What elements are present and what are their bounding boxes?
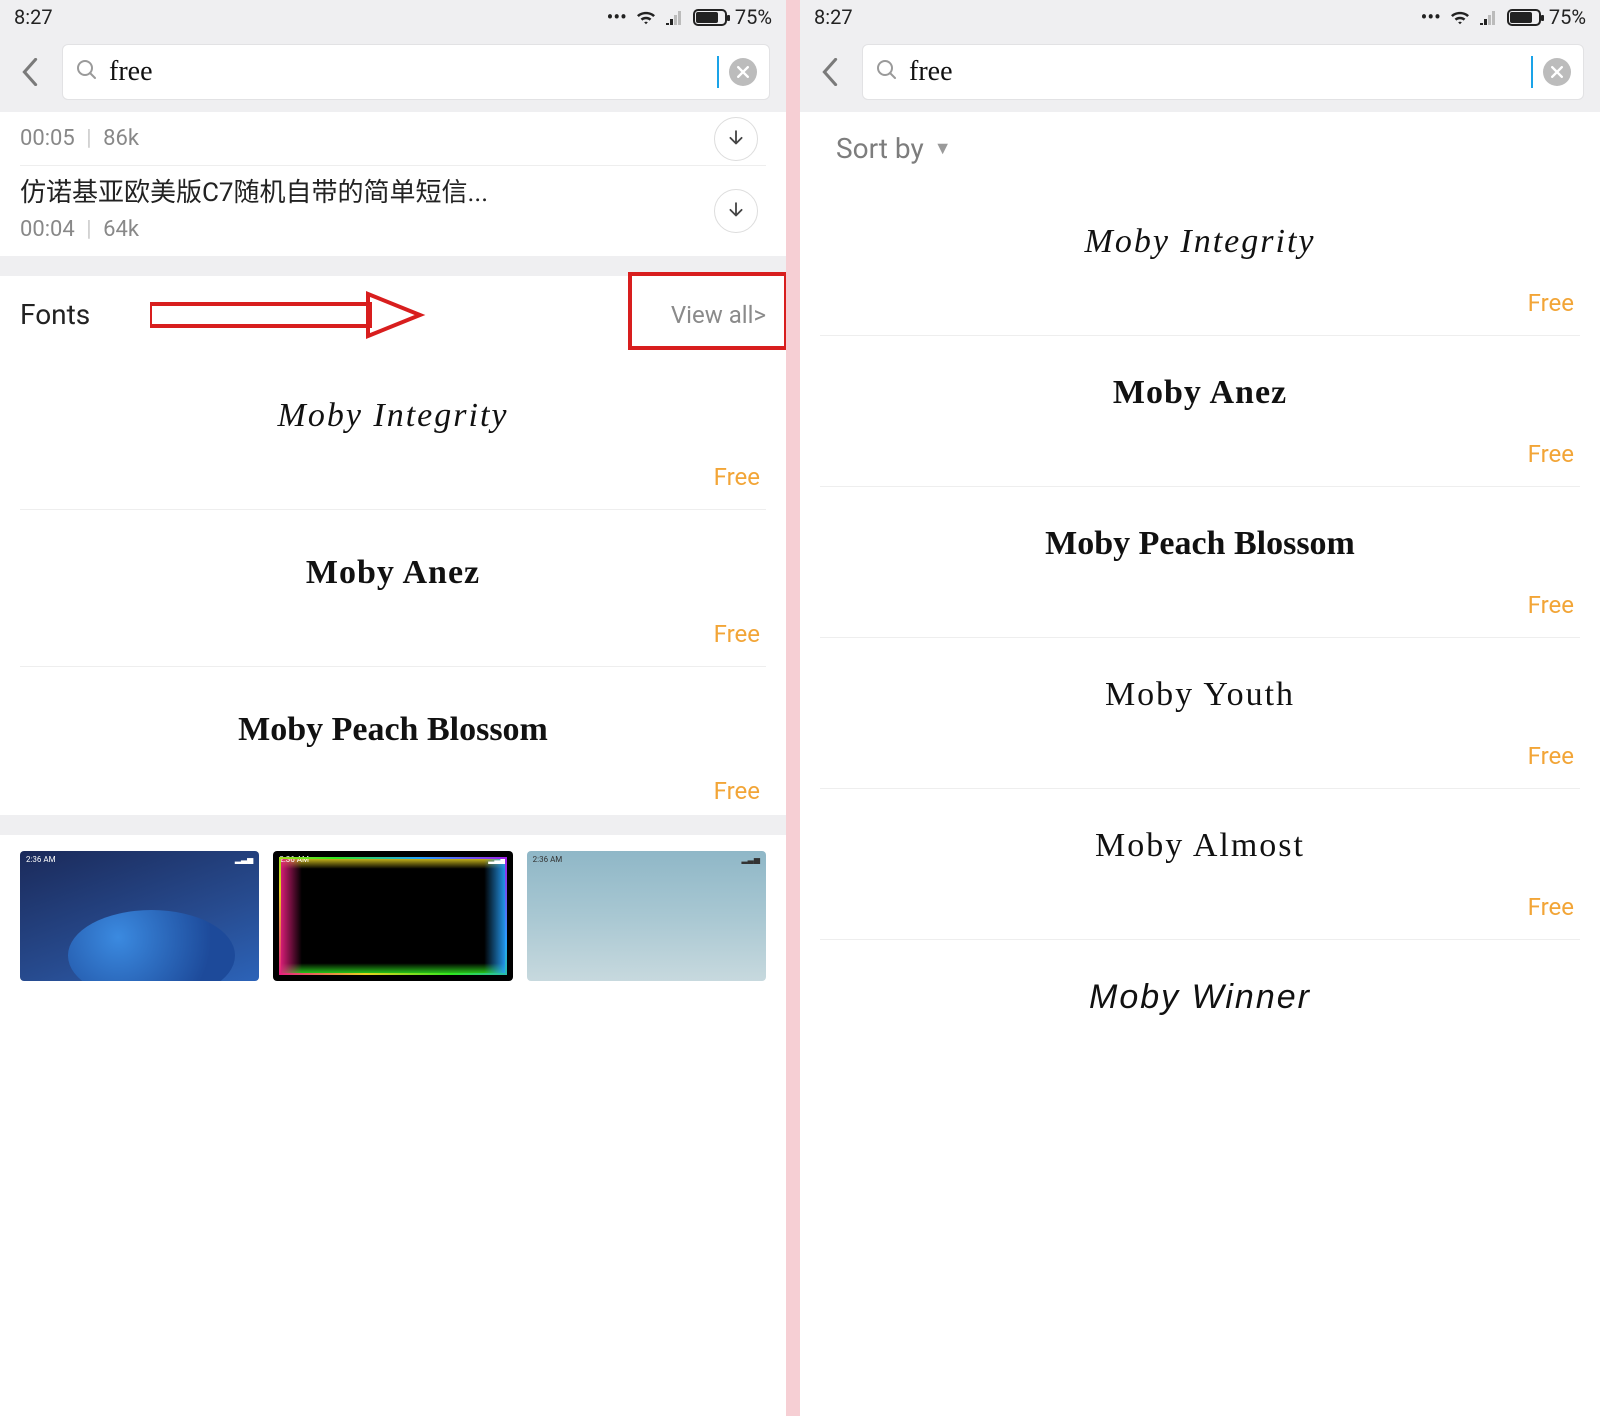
search-box[interactable]: free bbox=[62, 44, 770, 100]
view-all-link[interactable]: View all> bbox=[671, 301, 766, 329]
clear-search-button[interactable] bbox=[729, 58, 757, 86]
font-preview: Moby Winner bbox=[820, 960, 1580, 1045]
more-icon: ••• bbox=[1421, 5, 1441, 29]
status-bar: 8:27 ••• 75% bbox=[0, 0, 786, 34]
wifi-icon bbox=[635, 8, 657, 26]
battery-icon bbox=[693, 9, 727, 26]
meta-separator: | bbox=[86, 217, 91, 242]
signal-icon bbox=[1479, 9, 1499, 25]
font-preview: Moby Integrity bbox=[20, 379, 766, 463]
sound-item[interactable]: 仿诺基亚欧美版C7随机自带的简单短信... 00:04 | 64k bbox=[0, 166, 786, 256]
font-item[interactable]: Moby Peach Blossom Free bbox=[0, 667, 786, 815]
wallpaper-thumb[interactable]: 2:36 AM▂▃▅ bbox=[20, 851, 259, 981]
clear-search-button[interactable] bbox=[1543, 58, 1571, 86]
section-gap bbox=[0, 815, 786, 835]
font-preview: Moby Integrity bbox=[820, 205, 1580, 289]
sort-by-dropdown[interactable]: Sort by ▼ bbox=[800, 112, 1600, 185]
font-item[interactable]: Moby Youth Free bbox=[800, 638, 1600, 780]
font-price: Free bbox=[820, 591, 1580, 619]
sound-size: 64k bbox=[103, 217, 139, 242]
section-gap bbox=[0, 256, 786, 276]
font-price: Free bbox=[820, 893, 1580, 921]
back-button[interactable] bbox=[808, 50, 852, 94]
font-item[interactable]: Moby Integrity Free bbox=[800, 185, 1600, 327]
download-button[interactable] bbox=[714, 189, 758, 233]
font-preview: Moby Anez bbox=[820, 356, 1580, 440]
fonts-section-title: Fonts bbox=[20, 298, 90, 331]
status-time: 8:27 bbox=[814, 5, 853, 29]
font-price: Free bbox=[820, 440, 1580, 468]
sort-by-label: Sort by bbox=[836, 132, 924, 165]
font-preview: Moby Peach Blossom bbox=[820, 507, 1580, 591]
font-price: Free bbox=[820, 742, 1580, 770]
font-price: Free bbox=[20, 777, 766, 805]
download-button[interactable] bbox=[714, 117, 758, 161]
meta-separator: | bbox=[86, 126, 91, 151]
wallpaper-thumb[interactable]: 2:36 AM▂▃▅ bbox=[273, 851, 512, 981]
signal-icon bbox=[665, 9, 685, 25]
search-input[interactable]: free bbox=[909, 56, 1530, 88]
font-item[interactable]: Moby Anez Free bbox=[0, 510, 786, 658]
more-icon: ••• bbox=[607, 5, 627, 29]
sound-item[interactable]: x 00:05 | 86k bbox=[0, 112, 786, 165]
text-caret bbox=[717, 56, 719, 88]
sounds-list: x 00:05 | 86k 仿诺基亚欧美版C7随机自带的简单短信... 00:0… bbox=[0, 112, 786, 256]
font-preview: Moby Peach Blossom bbox=[20, 693, 766, 777]
chevron-down-icon: ▼ bbox=[934, 138, 952, 159]
sound-duration: 00:05 bbox=[20, 126, 75, 151]
battery-percent: 75% bbox=[735, 5, 772, 29]
font-preview: Moby Youth bbox=[820, 658, 1580, 742]
font-item[interactable]: Moby Almost Free bbox=[800, 789, 1600, 931]
status-right-cluster: ••• 75% bbox=[607, 5, 772, 29]
search-icon bbox=[875, 58, 899, 86]
status-bar: 8:27 ••• 75% bbox=[800, 0, 1600, 34]
font-item[interactable]: Moby Peach Blossom Free bbox=[800, 487, 1600, 629]
phone-screen-right: 8:27 ••• 75% free bbox=[800, 0, 1600, 1416]
back-button[interactable] bbox=[8, 50, 52, 94]
sound-duration: 00:04 bbox=[20, 217, 75, 242]
font-item[interactable]: Moby Integrity Free bbox=[0, 353, 786, 501]
font-item[interactable]: Moby Winner bbox=[800, 940, 1600, 1055]
battery-icon bbox=[1507, 9, 1541, 26]
annotation-arrow-icon bbox=[150, 290, 430, 340]
font-preview: Moby Almost bbox=[820, 809, 1580, 893]
wallpapers-row: 2:36 AM▂▃▅ 2:36 AM▂▃▅ 2:36 AM▂▃▅ bbox=[0, 835, 786, 997]
status-right-cluster: ••• 75% bbox=[1421, 5, 1586, 29]
wifi-icon bbox=[1449, 8, 1471, 26]
fonts-section-header: Fonts View all> bbox=[0, 276, 786, 353]
sound-title: 仿诺基亚欧美版C7随机自带的简单短信... bbox=[20, 172, 766, 209]
font-price: Free bbox=[820, 289, 1580, 317]
font-item[interactable]: Moby Anez Free bbox=[800, 336, 1600, 478]
search-header: free bbox=[0, 34, 786, 112]
font-price: Free bbox=[20, 620, 766, 648]
font-price: Free bbox=[20, 463, 766, 491]
battery-percent: 75% bbox=[1549, 5, 1586, 29]
phone-screen-left: 8:27 ••• 75% free bbox=[0, 0, 800, 1416]
wallpaper-thumb[interactable]: 2:36 AM▂▃▅ bbox=[527, 851, 766, 981]
search-input[interactable]: free bbox=[109, 56, 716, 88]
search-header: free bbox=[800, 34, 1600, 112]
text-caret bbox=[1531, 56, 1533, 88]
search-icon bbox=[75, 58, 99, 86]
status-time: 8:27 bbox=[14, 5, 53, 29]
search-box[interactable]: free bbox=[862, 44, 1584, 100]
sound-size: 86k bbox=[103, 126, 139, 151]
font-preview: Moby Anez bbox=[20, 536, 766, 620]
